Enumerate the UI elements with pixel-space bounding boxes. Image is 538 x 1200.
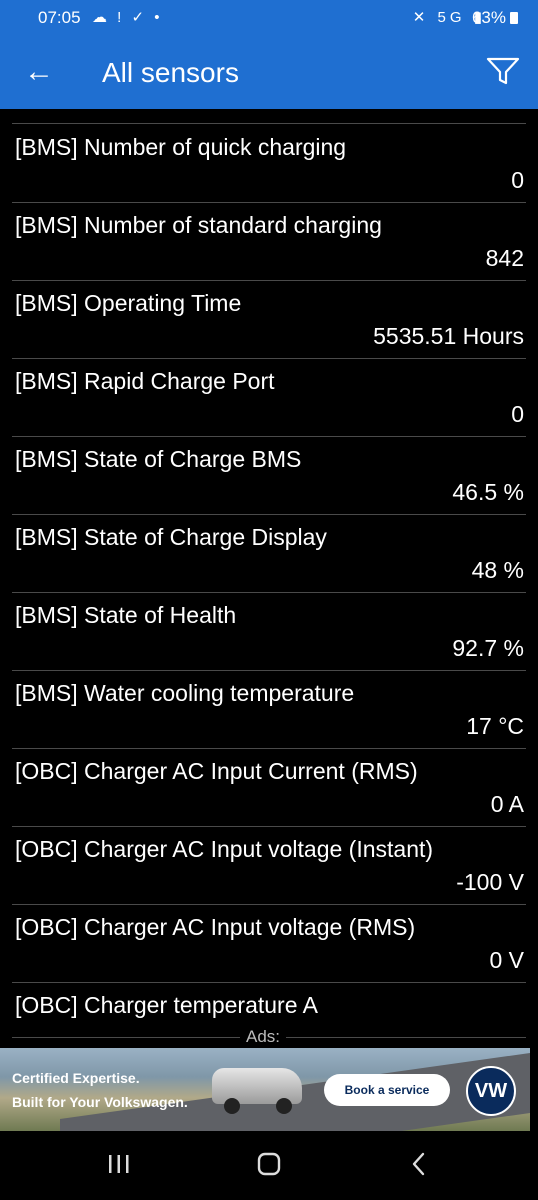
check-circle-icon: ✓	[131, 9, 148, 26]
back-icon[interactable]	[406, 1151, 432, 1177]
sensor-value: 48 %	[471, 557, 524, 583]
sensor-value: -100 V	[456, 869, 524, 895]
vw-logo-icon: VW	[466, 1066, 516, 1116]
battery-level: 63%	[471, 8, 506, 27]
ad-headline: Certified Expertise.	[12, 1070, 140, 1086]
ad-car-wheel	[224, 1098, 240, 1114]
sensor-value: 0	[511, 401, 524, 427]
app-bar: ← All sensors	[0, 36, 538, 109]
5g-icon: 5G	[437, 9, 466, 26]
sensor-value: 0 V	[489, 947, 524, 973]
sensor-row[interactable]: [BMS] Number of quick charging 0	[12, 124, 526, 203]
arrow-left-icon[interactable]: ←	[24, 54, 54, 90]
sensor-name: [OBC] Charger AC Input voltage (Instant)	[15, 836, 434, 862]
sensor-row[interactable]: [BMS] Water cooling temperature 17 °C	[12, 670, 526, 749]
filter-icon[interactable]	[486, 56, 520, 86]
sensor-name: [BMS] State of Health	[15, 602, 237, 628]
ad-car-wheel	[276, 1098, 292, 1114]
sensor-value: 0	[511, 167, 524, 193]
cloud-icon: ☁	[92, 9, 110, 26]
status-time: 07:05	[38, 8, 81, 27]
sensor-name: [OBC] Charger AC Input voltage (RMS)	[15, 914, 416, 940]
ads-label: Ads:	[240, 1027, 287, 1047]
dot-icon: •	[154, 9, 163, 26]
sensor-row[interactable]: [BMS] Rapid Charge Port 0	[12, 358, 526, 437]
recents-icon[interactable]	[106, 1151, 132, 1177]
alert-icon: !	[117, 9, 125, 26]
system-nav-bar	[0, 1131, 538, 1200]
sensor-row[interactable]: [BMS] Number of standard charging 842	[12, 202, 526, 281]
sensor-value: 46.5 %	[452, 479, 524, 505]
home-icon[interactable]	[256, 1151, 282, 1177]
notification-icons: ☁ ! ✓ •	[92, 8, 163, 26]
sensor-value: 92.7 %	[452, 635, 524, 661]
sensor-name: [BMS] Rapid Charge Port	[15, 368, 275, 394]
sensor-name: [BMS] Water cooling temperature	[15, 680, 355, 706]
sensor-name: [OBC] Charger temperature A	[15, 992, 318, 1018]
sensor-name: [BMS] Number of quick charging	[15, 134, 347, 160]
sensor-value: 842	[485, 245, 524, 271]
sensor-name: [OBC] Charger AC Input Current (RMS)	[15, 758, 418, 784]
ad-subheadline: Built for Your Volkswagen.	[12, 1094, 188, 1110]
page-title: All sensors	[102, 57, 239, 88]
sensor-name: [BMS] State of Charge Display	[15, 524, 327, 550]
sensor-name: [BMS] Number of standard charging	[15, 212, 382, 238]
ad-cta-button[interactable]: Book a service	[324, 1074, 450, 1106]
battery-icon	[510, 12, 518, 24]
sensor-row[interactable]: [BMS] State of Charge Display 48 %	[12, 514, 526, 593]
sensor-value: 5535.51 Hours	[373, 323, 524, 349]
sensor-row[interactable]: [BMS] Operating Time 5535.51 Hours	[12, 280, 526, 359]
sensor-row[interactable]: [OBC] Charger AC Input Current (RMS) 0 A	[12, 748, 526, 827]
sensor-value: 0 A	[490, 791, 524, 817]
sensor-list[interactable]: [BMS] Number of quick charging 0 [BMS] N…	[0, 109, 538, 1034]
status-bar: 07:05 ☁ ! ✓ • ✕ 5G ▮ 63%	[0, 0, 538, 36]
mute-icon: ✕	[412, 9, 430, 26]
sensor-row[interactable]: [BMS] State of Charge BMS 46.5 %	[12, 436, 526, 515]
sensor-row[interactable]: [BMS] State of Health 92.7 %	[12, 592, 526, 671]
sensor-name: [BMS] Operating Time	[15, 290, 242, 316]
sensor-row[interactable]: [OBC] Charger AC Input voltage (Instant)…	[12, 826, 526, 905]
sensor-value: 17 °C	[466, 713, 524, 739]
ad-banner[interactable]: Certified Expertise. Built for Your Volk…	[0, 1048, 530, 1131]
sensor-name: [BMS] State of Charge BMS	[15, 446, 302, 472]
sensor-row[interactable]: [OBC] Charger AC Input voltage (RMS) 0 V	[12, 904, 526, 983]
